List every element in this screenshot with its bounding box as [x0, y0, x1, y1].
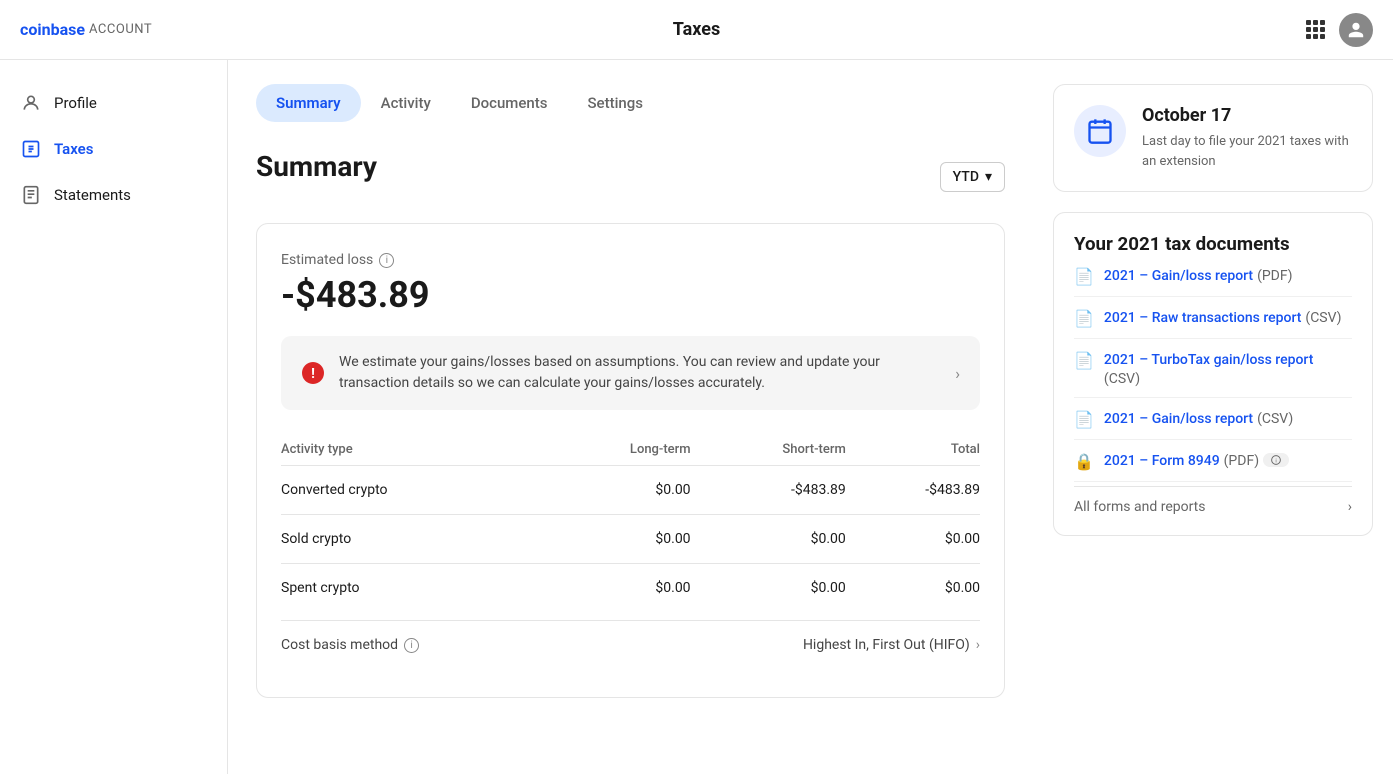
doc-format: (CSV) — [1305, 310, 1341, 326]
alert-text: We estimate your gains/losses based on a… — [339, 352, 941, 394]
tab-documents[interactable]: Documents — [451, 84, 568, 122]
tab-settings[interactable]: Settings — [567, 84, 663, 122]
cost-basis-row[interactable]: Cost basis method i Highest In, First Ou… — [281, 620, 980, 669]
lock-icon: 🔒 — [1074, 452, 1094, 471]
svg-text:i: i — [1275, 459, 1276, 465]
doc-link: 2021 – Form 8949 — [1104, 453, 1220, 469]
row-total: $0.00 — [846, 515, 980, 564]
main-panel: Summary Activity Documents Settings Summ… — [228, 60, 1033, 774]
chevron-right-icon: › — [1348, 499, 1352, 515]
col-long-term: Long-term — [542, 434, 691, 466]
doc-format: (PDF) — [1257, 268, 1292, 284]
coinbase-logo-text: coinbase — [20, 20, 85, 39]
all-reports-label: All forms and reports — [1074, 499, 1205, 515]
date-card-text: October 17 Last day to file your 2021 ta… — [1142, 105, 1352, 171]
summary-card: Estimated loss i -$483.89 ! We estimate … — [256, 223, 1005, 698]
period-dropdown[interactable]: YTD ▾ — [940, 162, 1005, 192]
alert-icon: ! — [301, 361, 325, 385]
row-total: -$483.89 — [846, 466, 980, 515]
tab-summary[interactable]: Summary — [256, 84, 361, 122]
tabs: Summary Activity Documents Settings — [256, 84, 1005, 122]
sidebar-item-label: Taxes — [54, 140, 93, 158]
doc-item-form-8949[interactable]: 🔒 2021 – Form 8949 (PDF) i — [1074, 440, 1352, 482]
calendar-icon — [1074, 105, 1126, 157]
document-icon: 📄 — [1074, 351, 1094, 370]
doc-link: 2021 – Gain/loss report — [1104, 411, 1253, 427]
tab-activity[interactable]: Activity — [361, 84, 451, 122]
table-row: Converted crypto $0.00 -$483.89 -$483.89 — [281, 466, 980, 515]
upgrade-badge[interactable]: i — [1263, 453, 1289, 467]
row-long-term: $0.00 — [542, 466, 691, 515]
statements-icon — [20, 184, 42, 206]
doc-link: 2021 – Gain/loss report — [1104, 268, 1253, 284]
user-icon — [20, 92, 42, 114]
table-row: Spent crypto $0.00 $0.00 $0.00 — [281, 564, 980, 613]
doc-link: 2021 – Raw transactions report — [1104, 310, 1302, 326]
cost-basis-info-icon[interactable]: i — [404, 638, 419, 653]
sidebar-item-statements[interactable]: Statements — [0, 172, 227, 218]
cost-basis-value: Highest In, First Out (HIFO) — [803, 637, 970, 653]
doc-item-gain-loss-pdf[interactable]: 📄 2021 – Gain/loss report (PDF) — [1074, 255, 1352, 297]
sidebar-item-label: Profile — [54, 94, 97, 112]
cost-basis-label: Cost basis method — [281, 637, 398, 653]
deadline-date: October 17 — [1142, 105, 1352, 126]
row-total: $0.00 — [846, 564, 980, 613]
row-type: Spent crypto — [281, 564, 542, 613]
alert-box[interactable]: ! We estimate your gains/losses based on… — [281, 336, 980, 410]
estimated-label: Estimated loss i — [281, 252, 980, 268]
chevron-down-icon: ▾ — [985, 169, 992, 185]
deadline-description: Last day to file your 2021 taxes with an… — [1142, 132, 1352, 171]
date-card: October 17 Last day to file your 2021 ta… — [1053, 84, 1373, 192]
sidebar-item-label: Statements — [54, 186, 131, 204]
document-icon: 📄 — [1074, 309, 1094, 328]
docs-card: Your 2021 tax documents 📄 2021 – Gain/lo… — [1053, 212, 1373, 536]
doc-item-gain-loss-csv[interactable]: 📄 2021 – Gain/loss report (CSV) — [1074, 398, 1352, 440]
activity-table: Activity type Long-term Short-term Total… — [281, 434, 980, 612]
apps-icon[interactable] — [1306, 20, 1325, 39]
doc-format: (CSV) — [1257, 411, 1293, 427]
page-title: Taxes — [673, 19, 720, 40]
row-type: Sold crypto — [281, 515, 542, 564]
topbar-actions — [1306, 13, 1373, 47]
row-short-term: $0.00 — [691, 564, 846, 613]
logo: coinbase ACCOUNT — [20, 20, 152, 39]
summary-header: Summary YTD ▾ — [256, 150, 1005, 203]
col-short-term: Short-term — [691, 434, 846, 466]
user-avatar[interactable] — [1339, 13, 1373, 47]
estimated-amount: -$483.89 — [281, 274, 980, 316]
sidebar: Profile Taxes Statements — [0, 60, 228, 774]
col-total: Total — [846, 434, 980, 466]
col-activity-type: Activity type — [281, 434, 542, 466]
doc-format: (CSV) — [1104, 371, 1140, 387]
period-label: YTD — [953, 169, 979, 185]
chevron-right-icon: › — [976, 637, 980, 653]
taxes-icon — [20, 138, 42, 160]
docs-card-title: Your 2021 tax documents — [1074, 233, 1352, 255]
doc-item-turbotax[interactable]: 📄 2021 – TurboTax gain/loss report (CSV) — [1074, 339, 1352, 398]
doc-link: 2021 – TurboTax gain/loss report — [1104, 352, 1313, 368]
info-icon[interactable]: i — [379, 253, 394, 268]
row-long-term: $0.00 — [542, 515, 691, 564]
sidebar-item-taxes[interactable]: Taxes — [0, 126, 227, 172]
topbar: coinbase ACCOUNT Taxes — [0, 0, 1393, 60]
summary-title: Summary — [256, 150, 377, 183]
sidebar-item-profile[interactable]: Profile — [0, 80, 227, 126]
chevron-right-icon: › — [955, 364, 960, 383]
row-short-term: $0.00 — [691, 515, 846, 564]
account-label: ACCOUNT — [89, 22, 152, 37]
document-icon: 📄 — [1074, 410, 1094, 429]
row-long-term: $0.00 — [542, 564, 691, 613]
table-row: Sold crypto $0.00 $0.00 $0.00 — [281, 515, 980, 564]
svg-text:!: ! — [311, 366, 315, 382]
right-panel: October 17 Last day to file your 2021 ta… — [1033, 60, 1393, 774]
document-icon: 📄 — [1074, 267, 1094, 286]
row-short-term: -$483.89 — [691, 466, 846, 515]
doc-item-raw-transactions[interactable]: 📄 2021 – Raw transactions report (CSV) — [1074, 297, 1352, 339]
row-type: Converted crypto — [281, 466, 542, 515]
all-reports-link[interactable]: All forms and reports › — [1074, 486, 1352, 515]
doc-format: (PDF) — [1224, 453, 1259, 469]
